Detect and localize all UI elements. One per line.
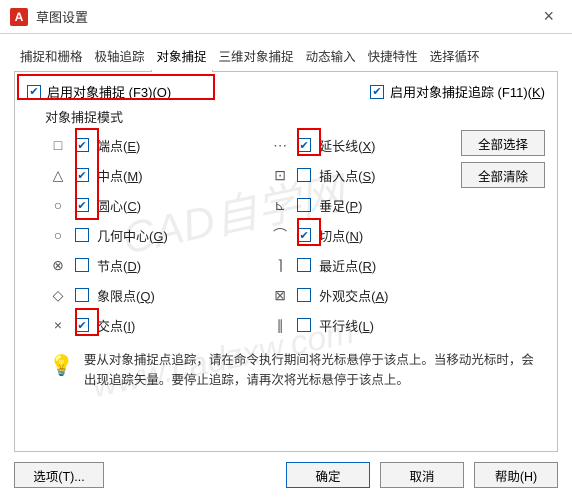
osnap-option: ⋯ ✔ 延长线(X)	[249, 130, 453, 160]
osnap-checkbox[interactable]: ✔	[297, 258, 311, 272]
osnap-label: 端点(E)	[97, 136, 140, 155]
app-logo-icon: A	[10, 8, 28, 26]
osnap-label: 圆心(C)	[97, 196, 141, 215]
osnap-checkbox[interactable]: ✔	[297, 318, 311, 332]
osnap-symbol-icon: ⊠	[271, 287, 289, 304]
osnap-option: ⊡ ✔ 插入点(S)	[249, 160, 453, 190]
osnap-symbol-icon: ◇	[49, 287, 67, 304]
osnap-symbol-icon: ∥	[271, 317, 289, 334]
modes-heading: 对象捕捉模式	[45, 107, 545, 126]
osnap-label: 延长线(X)	[319, 136, 375, 155]
osnap-symbol-icon: ⋯	[271, 137, 289, 154]
osnap-checkbox[interactable]: ✔	[75, 258, 89, 272]
osnap-option: ○ ✔ 几何中心(G)	[27, 220, 241, 250]
osnap-checkbox[interactable]: ✔	[75, 318, 89, 332]
osnap-symbol-icon: ×	[49, 317, 67, 333]
osnap-option: ⊾ ✔ 垂足(P)	[249, 190, 453, 220]
tab-0[interactable]: 捕捉和栅格	[14, 42, 89, 71]
osnap-checkbox[interactable]: ✔	[297, 168, 311, 182]
tab-3[interactable]: 三维对象捕捉	[213, 42, 300, 71]
ok-button[interactable]: 确定	[286, 462, 370, 488]
osnap-checkbox[interactable]: ✔	[75, 168, 89, 182]
osnap-label: 中点(M)	[97, 166, 143, 185]
osnap-checkbox[interactable]: ✔	[297, 288, 311, 302]
osnap-checkbox[interactable]: ✔	[75, 198, 89, 212]
osnap-symbol-icon: ⊗	[49, 257, 67, 274]
osnap-symbol-icon: ⌉	[271, 257, 289, 274]
hint-text: 要从对象捕捉点追踪，请在命令执行期间将光标悬停于该点上。当移动光标时，会出现追踪…	[84, 350, 539, 390]
help-button[interactable]: 帮助(H)	[474, 462, 558, 488]
window-title: 草图设置	[36, 7, 88, 26]
osnap-option: ⊗ ✔ 节点(D)	[27, 250, 241, 280]
options-button[interactable]: 选项(T)...	[14, 462, 104, 488]
osnap-checkbox[interactable]: ✔	[75, 288, 89, 302]
osnap-label: 平行线(L)	[319, 316, 374, 335]
osnap-option: ◇ ✔ 象限点(Q)	[27, 280, 241, 310]
osnap-checkbox[interactable]: ✔	[297, 138, 311, 152]
osnap-symbol-icon: ⌒	[271, 225, 289, 245]
osnap-label: 切点(N)	[319, 226, 363, 245]
tab-1[interactable]: 极轴追踪	[89, 42, 151, 71]
close-button[interactable]: ×	[535, 6, 562, 27]
tab-4[interactable]: 动态输入	[300, 42, 362, 71]
lightbulb-icon: 💡	[49, 350, 74, 390]
osnap-checkbox[interactable]: ✔	[75, 138, 89, 152]
osnap-checkbox[interactable]: ✔	[75, 228, 89, 242]
osnap-option: ⌒ ✔ 切点(N)	[249, 220, 453, 250]
osnap-label: 垂足(P)	[319, 196, 362, 215]
select-all-button[interactable]: 全部选择	[461, 130, 545, 156]
osnap-label: 几何中心(G)	[97, 226, 168, 245]
osnap-checkbox[interactable]: ✔	[297, 198, 311, 212]
enable-osnap-label: 启用对象捕捉 (F3)(O)	[47, 82, 171, 101]
cancel-button[interactable]: 取消	[380, 462, 464, 488]
enable-osnap-checkbox[interactable]: ✔	[27, 85, 41, 99]
osnap-label: 最近点(R)	[319, 256, 376, 275]
enable-track-checkbox[interactable]: ✔	[370, 85, 384, 99]
osnap-symbol-icon: ⊡	[271, 167, 289, 184]
osnap-label: 节点(D)	[97, 256, 141, 275]
osnap-symbol-icon: △	[49, 167, 67, 184]
osnap-option: ○ ✔ 圆心(C)	[27, 190, 241, 220]
tab-2[interactable]: 对象捕捉	[151, 42, 213, 71]
osnap-option: ⌉ ✔ 最近点(R)	[249, 250, 453, 280]
osnap-checkbox[interactable]: ✔	[297, 228, 311, 242]
osnap-option: × ✔ 交点(I)	[27, 310, 241, 340]
tab-6[interactable]: 选择循环	[424, 42, 486, 71]
osnap-symbol-icon: ○	[49, 197, 67, 213]
osnap-option: ∥ ✔ 平行线(L)	[249, 310, 453, 340]
osnap-symbol-icon: ○	[49, 227, 67, 243]
osnap-label: 外观交点(A)	[319, 286, 388, 305]
osnap-label: 交点(I)	[97, 316, 135, 335]
osnap-symbol-icon: ⊾	[271, 197, 289, 214]
osnap-option: ⊠ ✔ 外观交点(A)	[249, 280, 453, 310]
osnap-symbol-icon: □	[49, 137, 67, 153]
tab-5[interactable]: 快捷特性	[362, 42, 424, 71]
clear-all-button[interactable]: 全部清除	[461, 162, 545, 188]
osnap-label: 象限点(Q)	[97, 286, 155, 305]
osnap-option: □ ✔ 端点(E)	[27, 130, 241, 160]
enable-track-label: 启用对象捕捉追踪 (F11)(K)	[390, 82, 545, 101]
osnap-option: △ ✔ 中点(M)	[27, 160, 241, 190]
osnap-label: 插入点(S)	[319, 166, 375, 185]
